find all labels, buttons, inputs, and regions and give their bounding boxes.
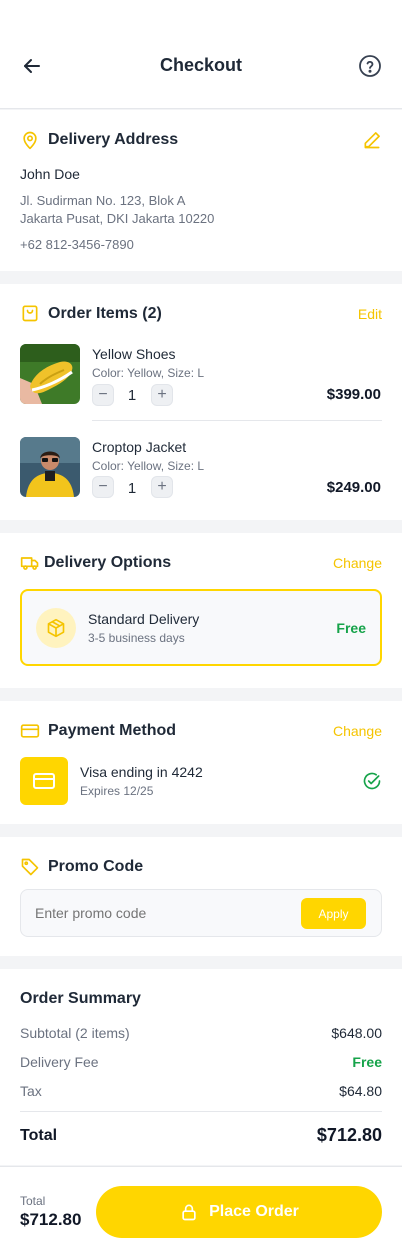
- section-title: Promo Code: [48, 858, 144, 875]
- address-line-2: Jakarta Pusat, DKI Jakarta 10220: [20, 211, 215, 226]
- payment-method-section: Payment Method Change Visa ending in 424…: [0, 701, 402, 824]
- product-variant: Color: Yellow, Size: L: [92, 459, 205, 473]
- help-icon[interactable]: [358, 54, 382, 78]
- divider: [20, 1111, 382, 1112]
- quantity-value: 1: [127, 480, 137, 497]
- address-line-1: Jl. Sudirman No. 123, Blok A: [20, 193, 186, 208]
- recipient-name: John Doe: [20, 166, 80, 182]
- section-title: Delivery Options: [44, 554, 172, 571]
- decrease-quantity-button[interactable]: −: [92, 384, 114, 406]
- delivery-options-section: Delivery Options Change Standard Deliver…: [0, 533, 402, 688]
- edit-items-link[interactable]: Edit: [358, 306, 382, 322]
- total-label: Total: [20, 1127, 58, 1144]
- delivery-option-price: Free: [336, 620, 366, 636]
- product-name: Croptop Jacket: [92, 439, 187, 455]
- bottom-checkout-bar: Total $712.80 Place Order: [0, 1166, 402, 1255]
- delivery-option-eta: 3-5 business days: [88, 631, 185, 645]
- section-title: Delivery Address: [48, 131, 179, 148]
- footer-total-value: $712.80: [20, 1210, 82, 1229]
- card-expiry: Expires 12/25: [80, 784, 154, 798]
- place-order-label: Place Order: [209, 1203, 299, 1220]
- edit-pencil-icon[interactable]: [362, 130, 382, 150]
- footer-total-label: Total: [20, 1194, 46, 1208]
- location-pin-icon: [20, 130, 40, 150]
- plus-icon: +: [157, 478, 167, 495]
- minus-icon: −: [98, 386, 108, 403]
- phone-number: +62 812-3456-7890: [20, 237, 134, 252]
- subtotal-label: Subtotal (2 items): [20, 1025, 130, 1041]
- section-title: Order Summary: [20, 990, 141, 1007]
- top-app-bar: Checkout: [0, 0, 402, 109]
- delivery-address-section: Delivery Address John Doe Jl. Sudirman N…: [0, 110, 402, 271]
- subtotal-value: $648.00: [331, 1025, 382, 1041]
- shopping-bag-icon: [20, 303, 40, 323]
- card-label: Visa ending in 4242: [80, 764, 203, 780]
- section-title: Payment Method: [48, 722, 177, 739]
- page-title: Checkout: [159, 55, 242, 75]
- list-item: Croptop Jacket Color: Yellow, Size: L − …: [20, 437, 382, 499]
- product-image-shoes: [20, 344, 80, 404]
- delivery-option-card[interactable]: Standard Delivery 3-5 business days Free: [20, 589, 382, 666]
- lock-icon: [179, 1202, 199, 1222]
- quantity-value: 1: [127, 387, 137, 404]
- check-circle-icon: [362, 771, 382, 791]
- promo-code-section: Promo Code Apply: [0, 837, 402, 956]
- tag-icon: [20, 857, 40, 877]
- tax-value: $64.80: [339, 1083, 382, 1099]
- card-brand-icon: [20, 757, 68, 805]
- increase-quantity-button[interactable]: +: [151, 384, 173, 406]
- total-value: $712.80: [316, 1125, 382, 1145]
- list-item: Yellow Shoes Color: Yellow, Size: L − 1 …: [20, 344, 382, 406]
- product-price: $399.00: [326, 386, 381, 403]
- product-image-jacket: [20, 437, 80, 497]
- decrease-quantity-button[interactable]: −: [92, 476, 114, 498]
- change-payment-link[interactable]: Change: [333, 723, 382, 739]
- product-variant: Color: Yellow, Size: L: [92, 366, 205, 380]
- package-icon: [36, 608, 76, 648]
- delivery-fee-value: Free: [352, 1054, 382, 1070]
- change-delivery-link[interactable]: Change: [333, 555, 382, 571]
- credit-card-icon: [20, 721, 40, 741]
- product-name: Yellow Shoes: [92, 346, 176, 362]
- promo-code-field: Apply: [20, 889, 382, 937]
- plus-icon: +: [157, 386, 167, 403]
- truck-icon: [20, 553, 40, 573]
- product-price: $249.00: [326, 479, 381, 496]
- order-items-section: Order Items (2) Edit Yellow Shoes Color:…: [0, 284, 402, 520]
- apply-promo-button[interactable]: Apply: [301, 898, 366, 929]
- delivery-option-name: Standard Delivery: [88, 611, 200, 627]
- minus-icon: −: [98, 478, 108, 495]
- delivery-fee-label: Delivery Fee: [20, 1054, 99, 1070]
- section-title: Order Items (2): [48, 305, 162, 322]
- increase-quantity-button[interactable]: +: [151, 476, 173, 498]
- order-summary-section: Order Summary Subtotal (2 items) $648.00…: [0, 969, 402, 1165]
- place-order-button[interactable]: Place Order: [96, 1186, 382, 1238]
- divider: [92, 420, 382, 421]
- tax-label: Tax: [20, 1083, 42, 1099]
- promo-code-input[interactable]: [35, 902, 295, 924]
